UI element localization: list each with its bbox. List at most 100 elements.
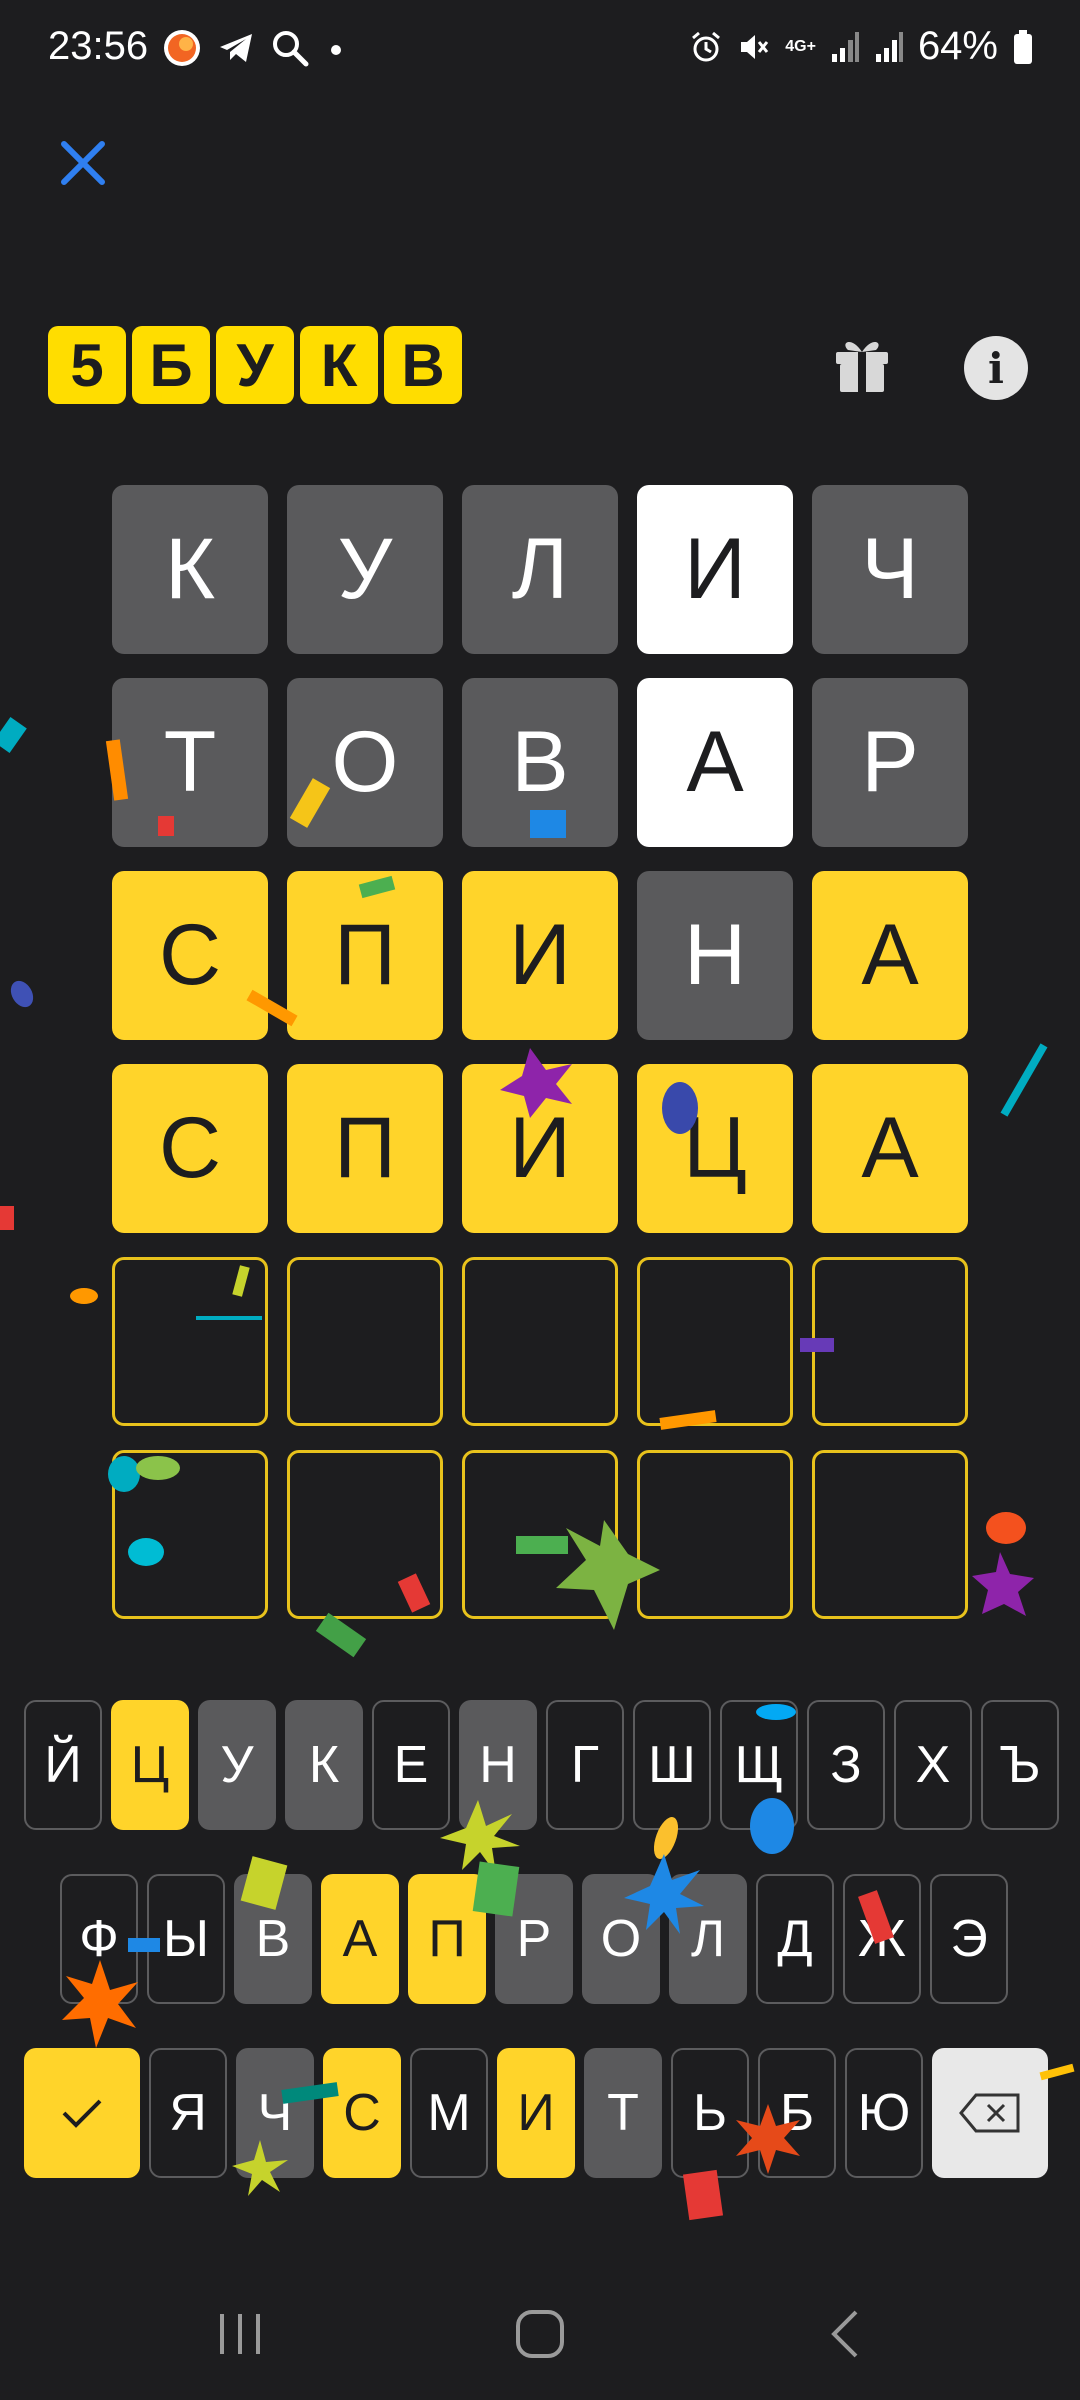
grid-cell: Л — [462, 485, 618, 654]
battery-icon — [1014, 29, 1032, 64]
grid-cell-empty — [462, 1257, 618, 1426]
grid-cell: И — [462, 1064, 618, 1233]
key-С[interactable]: С — [323, 2048, 401, 2178]
recent-apps-icon[interactable] — [212, 2308, 268, 2360]
enter-key[interactable] — [24, 2048, 140, 2178]
status-notification-icons — [162, 28, 348, 68]
keyboard-row-2: ФЫВАПРОЛДЖЭ — [60, 1874, 1008, 2004]
close-icon — [61, 141, 105, 185]
search-icon — [273, 31, 309, 67]
back-icon[interactable] — [818, 2306, 874, 2362]
grid-cell: И — [462, 871, 618, 1040]
key-Ф[interactable]: Ф — [60, 1874, 138, 2004]
signal-icon-2 — [875, 31, 903, 62]
status-bar: 23:56 4G+ 64% — [0, 0, 1080, 100]
grid-cell-empty — [812, 1450, 968, 1619]
backspace-key[interactable] — [932, 2048, 1048, 2178]
key-Л[interactable]: Л — [669, 1874, 747, 2004]
key-Ю[interactable]: Ю — [845, 2048, 923, 2178]
battery-percent: 64% — [917, 24, 998, 68]
dot-icon — [331, 45, 341, 55]
grid-cell: П — [287, 871, 443, 1040]
grid-cell: П — [287, 1064, 443, 1233]
key-Т[interactable]: Т — [584, 2048, 662, 2178]
app-notification-icon — [164, 30, 200, 66]
telegram-icon — [220, 34, 252, 62]
status-right-group: 4G+ 64% — [689, 24, 1034, 69]
logo-letter: У — [216, 326, 294, 404]
signal-icon — [831, 31, 859, 62]
grid-cell-empty — [462, 1450, 618, 1619]
home-icon[interactable] — [512, 2306, 568, 2362]
grid-cell: Р — [812, 678, 968, 847]
mute-icon — [741, 34, 769, 59]
grid-cell: И — [637, 485, 793, 654]
key-Р[interactable]: Р — [495, 1874, 573, 2004]
grid-cell-empty — [112, 1257, 268, 1426]
key-Д[interactable]: Д — [756, 1874, 834, 2004]
key-Ь[interactable]: Ь — [671, 2048, 749, 2178]
system-nav-bar — [0, 2280, 1080, 2390]
status-time: 23:56 — [48, 24, 149, 68]
key-Г[interactable]: Г — [546, 1700, 624, 1830]
key-Ы[interactable]: Ы — [147, 1874, 225, 2004]
grid-cell-empty — [287, 1450, 443, 1619]
alarm-icon — [692, 31, 721, 61]
grid-cell-empty — [812, 1257, 968, 1426]
grid-cell: Т — [112, 678, 268, 847]
grid-cell: К — [112, 485, 268, 654]
key-Н[interactable]: Н — [459, 1700, 537, 1830]
network-type: 4G+ — [785, 37, 816, 55]
game-grid: КУЛИЧТОВАРСПИНАСПИЦА — [112, 485, 968, 1619]
backspace-icon — [959, 2093, 1020, 2133]
grid-cell-empty — [287, 1257, 443, 1426]
info-button[interactable]: i — [964, 336, 1028, 400]
grid-cell: С — [112, 1064, 268, 1233]
grid-cell: Н — [637, 871, 793, 1040]
key-Ц[interactable]: Ц — [111, 1700, 189, 1830]
grid-cell: О — [287, 678, 443, 847]
key-Ш[interactable]: Ш — [633, 1700, 711, 1830]
logo-letter: Б — [132, 326, 210, 404]
grid-cell: С — [112, 871, 268, 1040]
key-Ж[interactable]: Ж — [843, 1874, 921, 2004]
key-К[interactable]: К — [285, 1700, 363, 1830]
grid-cell: Ц — [637, 1064, 793, 1233]
grid-cell-empty — [112, 1450, 268, 1619]
key-Э[interactable]: Э — [930, 1874, 1008, 2004]
key-П[interactable]: П — [408, 1874, 486, 2004]
grid-cell-empty — [637, 1450, 793, 1619]
key-Х[interactable]: Х — [894, 1700, 972, 1830]
grid-cell: А — [637, 678, 793, 847]
key-З[interactable]: З — [807, 1700, 885, 1830]
grid-cell: В — [462, 678, 618, 847]
keyboard-row-1: ЙЦУКЕНГШЩЗХЪ — [24, 1700, 1059, 1830]
grid-cell: А — [812, 1064, 968, 1233]
close-button[interactable] — [52, 132, 114, 194]
key-Е[interactable]: Е — [372, 1700, 450, 1830]
key-Щ[interactable]: Щ — [720, 1700, 798, 1830]
key-У[interactable]: У — [198, 1700, 276, 1830]
grid-cell: У — [287, 485, 443, 654]
gift-button[interactable] — [830, 332, 894, 396]
key-Я[interactable]: Я — [149, 2048, 227, 2178]
gift-icon — [836, 341, 888, 392]
grid-cell: Ч — [812, 485, 968, 654]
grid-cell: А — [812, 871, 968, 1040]
key-Й[interactable]: Й — [24, 1700, 102, 1830]
info-icon: i — [988, 343, 1004, 393]
checkmark-icon — [62, 2099, 102, 2128]
logo-letter: К — [300, 326, 378, 404]
app-logo: 5 Б У К В — [48, 326, 462, 404]
key-Ъ[interactable]: Ъ — [981, 1700, 1059, 1830]
logo-letter: 5 — [48, 326, 126, 404]
key-Ч[interactable]: Ч — [236, 2048, 314, 2178]
key-А[interactable]: А — [321, 1874, 399, 2004]
logo-letter: В — [384, 326, 462, 404]
key-М[interactable]: М — [410, 2048, 488, 2178]
key-И[interactable]: И — [497, 2048, 575, 2178]
key-В[interactable]: В — [234, 1874, 312, 2004]
key-Б[interactable]: Б — [758, 2048, 836, 2178]
key-О[interactable]: О — [582, 1874, 660, 2004]
grid-cell-empty — [637, 1257, 793, 1426]
